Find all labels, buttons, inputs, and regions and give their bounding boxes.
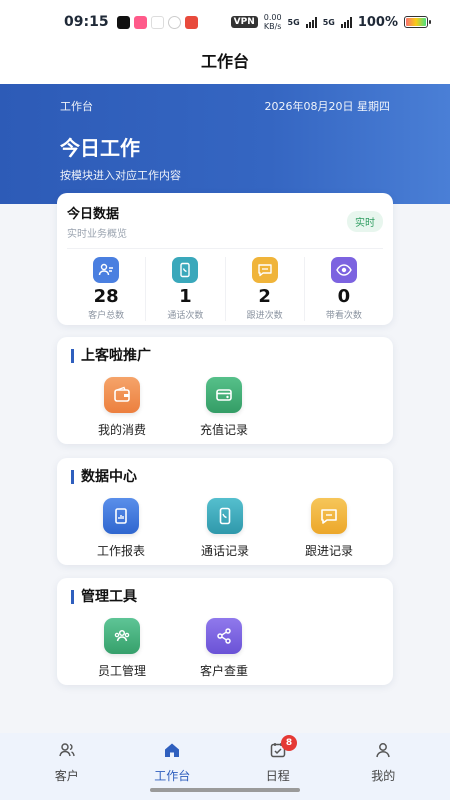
section-title: 数据中心	[71, 470, 379, 484]
hero-date: 2026年08月20日 星期四	[264, 100, 391, 113]
signal-label: 5G	[322, 17, 335, 27]
hero-label: 工作台	[60, 100, 93, 113]
work-report-button[interactable]: 工作报表	[71, 498, 171, 559]
tile-label: 通话记录	[200, 544, 249, 558]
tile-label: 客户查重	[199, 664, 248, 678]
tile-label: 工作报表	[96, 544, 145, 558]
my-consumption-button[interactable]: 我的消费	[71, 377, 173, 438]
hero-banner: 工作台 2026年08月20日 星期四 今日工作 按模块进入对应工作内容	[0, 84, 450, 204]
app-notification-icon	[150, 15, 164, 29]
followup-records-button[interactable]: 跟进记录	[279, 498, 379, 559]
message-icon	[251, 257, 278, 283]
hero-title: 今日工作	[60, 136, 140, 160]
stat-label: 带看次数	[325, 311, 362, 321]
stat-customers[interactable]: 28 客户总数	[67, 257, 147, 321]
today-subtitle: 实时业务概览	[67, 229, 127, 240]
stat-calls[interactable]: 1 通话次数	[146, 257, 226, 321]
net-speed: 0.00 KB/s	[263, 13, 282, 31]
status-bar: 09:15 VPN 0.00 KB/s 5G 5G 100%	[0, 0, 450, 44]
workbench-page: 09:15 VPN 0.00 KB/s 5G 5G 100% 工作台 工作台 2…	[0, 0, 450, 800]
stat-viewings[interactable]: 0 带看次数	[305, 257, 383, 321]
share-icon	[206, 618, 242, 654]
signal-label: 5G	[287, 17, 300, 27]
notification-badge: 8	[281, 735, 297, 751]
call-records-button[interactable]: 通话记录	[175, 498, 275, 559]
home-icon	[163, 741, 181, 763]
stat-value: 28	[93, 286, 119, 307]
tab-label: 工作台	[154, 769, 191, 783]
phone-icon	[207, 498, 243, 534]
promotion-section: 上客啦推广 我的消费 充值记录	[57, 337, 393, 444]
report-icon	[103, 498, 139, 534]
tab-customers[interactable]: 客户	[14, 733, 120, 800]
tab-label: 日程	[265, 769, 290, 783]
section-title: 上客啦推广	[71, 349, 379, 363]
tile-label: 充值记录	[199, 423, 248, 437]
tile-label: 我的消费	[97, 423, 146, 437]
phone-icon	[172, 257, 199, 283]
signal-bars-icon	[305, 16, 317, 28]
management-tools-section: 管理工具 员工管理 客户查重	[57, 578, 393, 685]
today-title: 今日数据	[67, 207, 120, 222]
app-notification-icon	[184, 15, 198, 29]
tile-label: 跟进记录	[304, 544, 353, 558]
status-time: 09:15	[64, 14, 109, 30]
stat-followups[interactable]: 2 跟进次数	[226, 257, 305, 321]
battery-icon	[404, 16, 431, 28]
card-icon	[206, 377, 242, 413]
customers-icon	[58, 741, 76, 763]
stat-value: 1	[179, 286, 192, 307]
page-title: 工作台	[0, 44, 450, 84]
vpn-indicator: VPN	[230, 16, 258, 28]
today-data-card: 今日数据 实时业务概览 实时 28 客户总数 1 通话次数 2 跟进次数 0 带…	[57, 193, 393, 325]
tile-label: 员工管理	[97, 664, 146, 678]
team-icon	[104, 618, 140, 654]
eye-icon	[330, 257, 357, 283]
tab-profile[interactable]: 我的	[331, 733, 437, 800]
signal-bars-icon	[340, 16, 352, 28]
tab-label: 客户	[54, 769, 79, 783]
app-notification-icon	[133, 15, 147, 29]
data-center-section: 数据中心 工作报表 通话记录 跟进记录	[57, 458, 393, 565]
stat-label: 跟进次数	[246, 311, 283, 321]
home-indicator[interactable]	[150, 788, 300, 792]
user-profile-icon	[93, 257, 120, 283]
staff-management-button[interactable]: 员工管理	[71, 618, 173, 679]
profile-icon	[374, 741, 392, 763]
stat-label: 通话次数	[167, 311, 204, 321]
hero-subtitle: 按模块进入对应工作内容	[60, 169, 181, 182]
stat-value: 2	[258, 286, 271, 307]
recharge-records-button[interactable]: 充值记录	[173, 377, 275, 438]
realtime-badge: 实时	[347, 211, 383, 232]
message-icon	[311, 498, 347, 534]
stat-value: 0	[337, 286, 351, 307]
wallet-icon	[104, 377, 140, 413]
section-title: 管理工具	[71, 590, 379, 604]
tiktok-notification-icon	[116, 15, 130, 29]
stat-label: 客户总数	[88, 311, 125, 321]
search-notification-icon	[167, 15, 181, 29]
battery-percent: 100%	[357, 14, 398, 30]
customer-dedup-button[interactable]: 客户查重	[173, 618, 275, 679]
tab-label: 我的	[371, 769, 396, 783]
